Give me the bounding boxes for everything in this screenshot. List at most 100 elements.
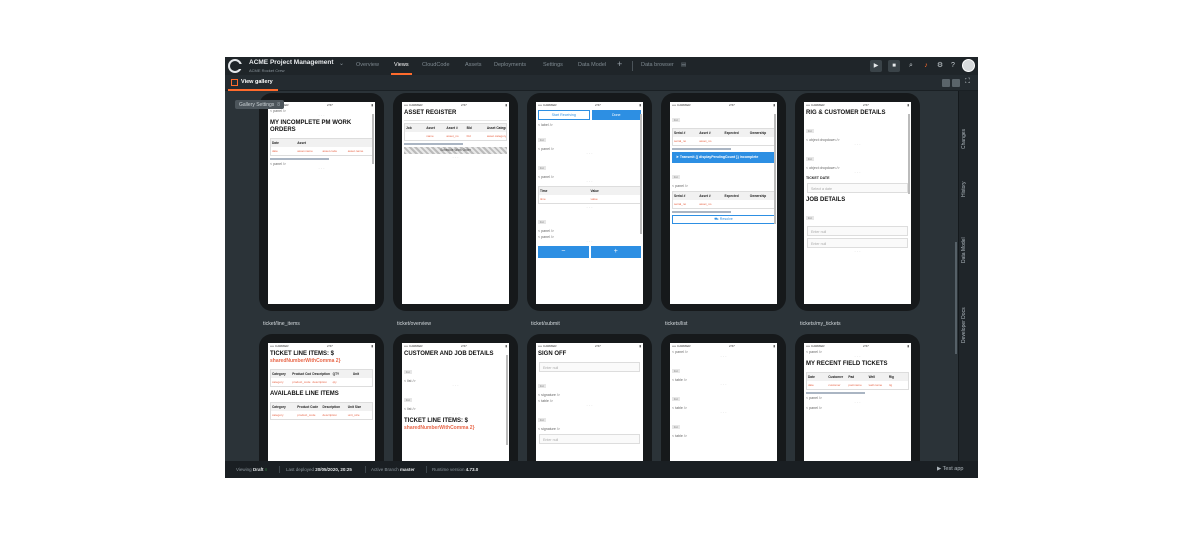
plus-button[interactable]: +	[590, 246, 641, 258]
view-gallery-tab[interactable]: View gallery	[241, 79, 273, 85]
list-view-icon[interactable]	[952, 79, 960, 87]
table-scrollbar[interactable]	[270, 158, 329, 160]
component-tag: list	[672, 175, 680, 179]
notification-icon[interactable]: ♪	[921, 61, 931, 71]
tab-assets[interactable]: Assets	[465, 62, 482, 68]
stop-button[interactable]: ■	[888, 60, 900, 72]
phone-card[interactable]: •••• CARRIER 2:57 ▮ list Serial # Asset # Ex…	[661, 93, 786, 311]
phone-card[interactable]: •••• CARRIER 2:57 ▮ ASSET REGISTER Job Asse…	[393, 93, 518, 311]
component-tag: list	[672, 425, 680, 429]
transmit-banner[interactable]: ➤ Transmit {{ displayPendingCount }} inc…	[672, 152, 775, 163]
gallery-settings-button[interactable]: Gallery Settings 8	[235, 100, 285, 109]
job-input[interactable]: Enter null	[807, 238, 908, 248]
divider-dots: · · ·	[586, 151, 593, 156]
view-name-label[interactable]: ticket/line_items	[263, 321, 300, 327]
view-title: SIGN OFF	[538, 351, 567, 357]
ticket-date-label: TICKET DATE	[806, 176, 830, 180]
phone-screen: •••• CARRIER 2:57 ▮ < panel /> · · · list …	[670, 343, 777, 461]
tab-settings[interactable]: Settings	[543, 62, 563, 68]
runtime-version: Runtime version 4.73.0	[432, 467, 479, 472]
schedule-work-order-button[interactable]: Schedule Work Order	[404, 147, 507, 154]
tab-overview[interactable]: Overview	[356, 62, 379, 68]
date-input[interactable]: Select a date	[807, 183, 908, 193]
phone-card[interactable]: •••• CARRIER 2:57 ▮ TICKET LINE ITEMS: $ s…	[259, 334, 384, 461]
rail-tab-changes[interactable]: Changes	[961, 129, 967, 149]
view-name-label[interactable]: ticket/submit	[531, 321, 560, 327]
divider-dots: · · ·	[854, 249, 861, 254]
job-details-title: JOB DETAILS	[806, 197, 846, 203]
help-icon[interactable]: ?	[948, 61, 958, 71]
view-name-label[interactable]: ticket/overview	[397, 321, 431, 327]
fullscreen-icon[interactable]: ⛶	[965, 78, 970, 86]
chevron-down-icon[interactable]: ⌄	[339, 60, 344, 67]
tab-data-model[interactable]: Data Model	[578, 62, 606, 68]
view-name-label[interactable]: tickets/my_tickets	[800, 321, 841, 327]
screen-scrollbar[interactable]	[372, 114, 374, 164]
rail-tab-history[interactable]: History	[961, 181, 967, 197]
component-tag: list	[538, 220, 546, 224]
job-input[interactable]: Enter null	[807, 226, 908, 236]
ticket-total: TICKET LINE ITEMS: $ sharedNumberWithCom…	[404, 418, 475, 431]
last-deployed: Last deployed 20/05/2020, 20:25	[286, 467, 352, 472]
component-tag: list	[672, 118, 680, 122]
gear-icon[interactable]: ⚙	[935, 61, 945, 71]
tab-views[interactable]: Views	[394, 62, 409, 68]
tab-deployments[interactable]: Deployments	[494, 62, 526, 68]
resolve-button[interactable]: ⛟ Resolve	[672, 215, 775, 224]
divider-dots: · · ·	[586, 403, 593, 408]
sign-off-input[interactable]: Enter null	[539, 362, 640, 372]
table-scrollbar[interactable]	[806, 392, 865, 394]
component-tag: list	[538, 138, 546, 142]
divider-dots: · · ·	[720, 382, 727, 387]
phone-card[interactable]: •••• CARRIER 2:57 ▮ < panel /> · · · MY RE…	[795, 334, 920, 461]
search-icon[interactable]: ⌕	[906, 61, 916, 71]
component-tag: list	[806, 157, 814, 161]
table-scrollbar[interactable]	[672, 148, 731, 150]
tab-cloudcode[interactable]: CloudCode	[422, 62, 450, 68]
avatar[interactable]	[962, 59, 975, 72]
rail-tab-developer-docs[interactable]: Developer Docs	[961, 307, 967, 343]
data-browser-icon[interactable]: ▤	[681, 62, 686, 68]
view-title: TICKET LINE ITEMS: $ sharedNumberWithCom…	[270, 351, 341, 364]
canvas-scrollbar[interactable]	[955, 242, 957, 354]
phone-card[interactable]: •••• CARRIER 2:57 ▮ SIGN OFF Enter null li…	[527, 334, 652, 461]
phone-card[interactable]: •••• CARRIER 2:57 ▮ < panel /> · · · list …	[661, 334, 786, 461]
test-app-button[interactable]: ▶ Test app	[937, 466, 963, 472]
start-receiving-button[interactable]: Start Receiving	[538, 110, 590, 120]
tab-data-browser[interactable]: Data browser	[641, 62, 674, 68]
done-button[interactable]: Done	[591, 110, 641, 120]
table-scrollbar[interactable]	[672, 211, 731, 213]
phone-screen: •••• CARRIER 2:57 ▮ CUSTOMER AND JOB DETAI…	[402, 343, 509, 461]
button-row: Start Receiving Done	[538, 110, 641, 120]
screen-scrollbar[interactable]	[774, 114, 776, 224]
minus-button[interactable]: −	[538, 246, 589, 258]
logo-icon[interactable]	[228, 59, 242, 73]
phone-card[interactable]: •••• CARRIER 2:57 ▮ CUSTOMER AND JOB DETAI…	[393, 334, 518, 461]
phone-screen: •••• CARRIER 2:57 ▮ Start Receiving Done <…	[536, 102, 643, 304]
divider-dots: · · ·	[720, 410, 727, 415]
status-divider	[426, 466, 427, 473]
grid-view-icon[interactable]	[942, 79, 950, 87]
phone-card[interactable]: •••• CARRIER 2:57 ▮ RIG & CUSTOMER DETAILS…	[795, 93, 920, 311]
project-name[interactable]: ACME Project Management	[249, 59, 334, 66]
phone-card[interactable]: •••• CARRIER2:57▮ < panel /> · · · MY IN…	[259, 93, 384, 311]
active-branch: Active Branch master	[371, 467, 415, 472]
phone-card[interactable]: •••• CARRIER 2:57 ▮ Start Receiving Done <…	[527, 93, 652, 311]
rail-tab-data-model[interactable]: Data Model	[961, 237, 967, 263]
screen-scrollbar[interactable]	[908, 114, 910, 194]
status-divider	[279, 466, 280, 473]
sign-off-input[interactable]: Enter null	[539, 434, 640, 444]
add-tab-icon[interactable]: +	[617, 59, 622, 69]
play-button[interactable]: ▶	[870, 60, 882, 72]
gallery-canvas: •••• CARRIER2:57▮ < panel /> · · · MY IN…	[225, 91, 958, 461]
screen-scrollbar[interactable]	[506, 355, 508, 445]
phone-screen: •••• CARRIER2:57▮ < panel /> · · · MY IN…	[268, 102, 375, 304]
phone-status-bar: •••• CARRIER2:57▮	[538, 103, 641, 107]
table-scrollbar[interactable]	[404, 143, 463, 145]
component-tag: list	[538, 166, 546, 170]
view-name-label[interactable]: tickets/list	[665, 321, 687, 327]
status-bar: Viewing Draft ○ Last deployed 20/05/2020…	[225, 461, 978, 478]
items-table: Serial # Asset # Expected Ownership serial_…	[672, 191, 775, 209]
screen-scrollbar[interactable]	[640, 114, 642, 234]
panel-label: < panel />	[672, 184, 688, 188]
